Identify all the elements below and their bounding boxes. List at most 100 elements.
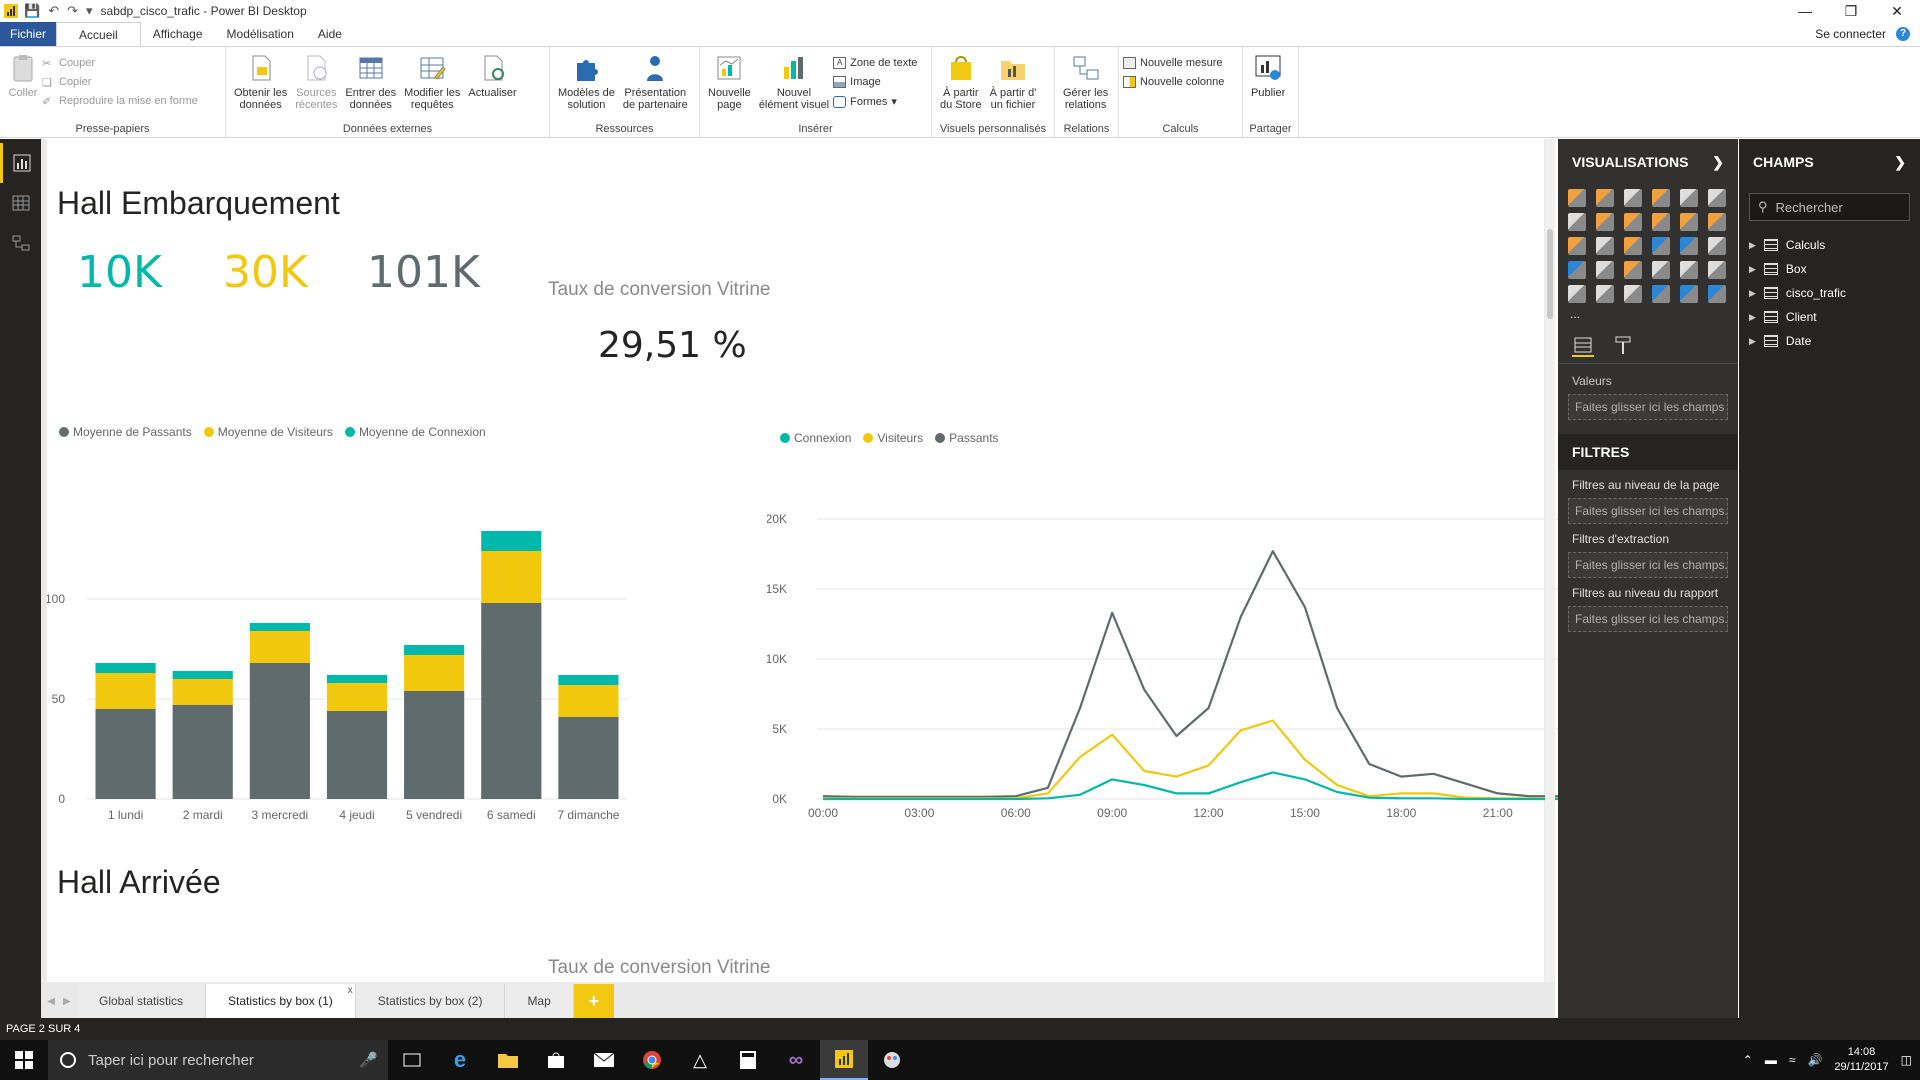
visual-type-icon[interactable]: [1568, 261, 1586, 279]
show-hidden-icons[interactable]: ⌃: [1743, 1053, 1753, 1067]
fields-tab-icon[interactable]: [1572, 335, 1594, 357]
format-painter-button[interactable]: ✐ Reproduire la mise en forme: [42, 95, 198, 108]
task-view-icon[interactable]: [388, 1040, 436, 1080]
visual-type-icon[interactable]: [1596, 261, 1614, 279]
refresh-button[interactable]: Actualiser: [464, 51, 520, 99]
visual-type-icon[interactable]: [1708, 213, 1726, 231]
publish-button[interactable]: Publier: [1247, 51, 1289, 99]
partner-showcase-button[interactable]: Présentation de partenaire: [619, 51, 692, 111]
file-explorer-icon[interactable]: [484, 1040, 532, 1080]
expand-icon[interactable]: ▶: [1749, 312, 1756, 323]
visual-type-icon[interactable]: [1680, 261, 1698, 279]
page-tab-statistics-box-2[interactable]: Statistics by box (2): [355, 984, 506, 1018]
store-icon[interactable]: [532, 1040, 580, 1080]
undo-icon[interactable]: ↶: [48, 3, 59, 19]
windows-start-icon[interactable]: [0, 1040, 48, 1080]
visual-type-icon[interactable]: [1680, 285, 1698, 303]
tab-view[interactable]: Affichage: [141, 22, 215, 46]
volume-icon[interactable]: 🔊: [1807, 1053, 1822, 1067]
unity-icon[interactable]: △: [676, 1040, 724, 1080]
calculator-icon[interactable]: [724, 1040, 772, 1080]
visual-studio-icon[interactable]: ∞: [772, 1040, 820, 1080]
close-page-icon[interactable]: x: [348, 985, 353, 996]
visual-type-icon[interactable]: [1624, 261, 1642, 279]
expand-icon[interactable]: ▶: [1749, 264, 1756, 275]
drillthrough-filters-drop-zone[interactable]: Faites glisser ici les champs...: [1568, 552, 1728, 578]
visual-type-icon[interactable]: [1708, 189, 1726, 207]
solution-templates-button[interactable]: Modèles de solution: [554, 51, 619, 111]
taskbar-search-input[interactable]: Taper ici pour rechercher 🎤: [48, 1040, 388, 1080]
visual-type-icon[interactable]: [1624, 285, 1642, 303]
visual-type-icon[interactable]: [1568, 237, 1586, 255]
values-drop-zone[interactable]: Faites glisser ici les champs ...: [1568, 394, 1728, 420]
visual-type-icon[interactable]: [1680, 189, 1698, 207]
visual-type-icon[interactable]: [1652, 285, 1670, 303]
sign-in-link[interactable]: Se connecter: [1815, 27, 1886, 41]
mail-icon[interactable]: [580, 1040, 628, 1080]
recent-sources-button[interactable]: Sources récentes: [291, 51, 341, 111]
visual-type-icon[interactable]: [1652, 189, 1670, 207]
new-page-button[interactable]: Nouvelle page: [704, 51, 755, 111]
help-icon[interactable]: ?: [1896, 27, 1910, 41]
legend-item-connexion[interactable]: Moyenne de Connexion: [344, 425, 486, 439]
visual-type-icon[interactable]: [1568, 189, 1586, 207]
fields-search-input[interactable]: ⚲ Rechercher: [1749, 193, 1910, 221]
visual-type-icon[interactable]: [1680, 237, 1698, 255]
tab-help[interactable]: Aide: [306, 22, 354, 46]
add-page-button[interactable]: +: [573, 984, 614, 1018]
expand-icon[interactable]: ▶: [1749, 336, 1756, 347]
visual-type-icon[interactable]: [1596, 285, 1614, 303]
notifications-icon[interactable]: ◫: [1901, 1053, 1912, 1067]
wifi-icon[interactable]: ≈: [1789, 1053, 1796, 1067]
new-column-button[interactable]: Nouvelle colonne: [1123, 76, 1224, 88]
page-tab-global-statistics[interactable]: Global statistics: [77, 984, 207, 1018]
visual-type-icon[interactable]: [1708, 285, 1726, 303]
get-data-button[interactable]: Obtenir les données: [230, 51, 291, 111]
visual-type-icon[interactable]: [1596, 237, 1614, 255]
visual-type-icon[interactable]: [1568, 285, 1586, 303]
kpi-visiteurs-card[interactable]: 30K: [223, 247, 308, 298]
field-table-client[interactable]: ▶ Client: [1739, 305, 1920, 329]
edge-browser-icon[interactable]: e: [436, 1040, 484, 1080]
chrome-icon[interactable]: [628, 1040, 676, 1080]
manage-relations-button[interactable]: Gérer les relations: [1059, 51, 1112, 111]
expand-icon[interactable]: ▶: [1749, 240, 1756, 251]
visual-type-icon[interactable]: [1708, 261, 1726, 279]
close-icon[interactable]: ✕: [1874, 0, 1920, 22]
field-table-calculs[interactable]: ▶ Calculs: [1739, 233, 1920, 257]
report-filters-drop-zone[interactable]: Faites glisser ici les champs...: [1568, 606, 1728, 632]
restore-icon[interactable]: ❐: [1828, 0, 1874, 22]
relationship-view-icon[interactable]: [0, 223, 41, 263]
paint-app-icon[interactable]: [868, 1040, 916, 1080]
kpi-passants-card[interactable]: 101K: [367, 247, 480, 298]
field-table-date[interactable]: ▶ Date: [1739, 329, 1920, 353]
tab-modeling[interactable]: Modélisation: [215, 22, 306, 46]
collapse-fields-icon[interactable]: ❯: [1894, 154, 1906, 171]
from-store-button[interactable]: À partir du Store: [936, 51, 986, 111]
visual-type-icon[interactable]: [1652, 213, 1670, 231]
visual-type-icon[interactable]: [1624, 189, 1642, 207]
more-visuals-icon[interactable]: ...: [1558, 307, 1738, 321]
bar-chart-weekday[interactable]: 0 50 100 1 lundi 2 mardi 3 mercredi 4 jeudi 5 v…: [47, 439, 767, 899]
paste-button[interactable]: Coller: [4, 51, 42, 99]
visual-type-icon[interactable]: [1680, 213, 1698, 231]
report-view-icon[interactable]: [0, 143, 41, 183]
visual-type-icon[interactable]: [1568, 213, 1586, 231]
expand-icon[interactable]: ▶: [1749, 288, 1756, 299]
next-page-icon[interactable]: ▶: [63, 996, 71, 1007]
tab-file[interactable]: Fichier: [0, 22, 57, 46]
field-table-cisco-trafic[interactable]: ▶ cisco_trafic: [1739, 281, 1920, 305]
save-icon[interactable]: 💾: [24, 3, 40, 19]
shapes-button[interactable]: Formes ▾: [833, 95, 917, 108]
visual-type-icon[interactable]: [1596, 213, 1614, 231]
copy-button[interactable]: ❏ Copier: [42, 76, 198, 89]
page-nav-arrows[interactable]: ◀ ▶: [41, 984, 77, 1018]
line-chart-hourly[interactable]: 0K 5K 10K 15K 20K 00:00 03:00 06:00 09:00 12:00 15…: [767, 439, 1587, 899]
customize-toolbar-icon[interactable]: ▾: [86, 3, 93, 19]
legend-item-passants[interactable]: Moyenne de Passants: [59, 425, 192, 439]
tab-home[interactable]: Accueil: [56, 22, 141, 46]
new-visual-button[interactable]: Nouvel élément visuel: [755, 51, 833, 111]
prev-page-icon[interactable]: ◀: [47, 996, 55, 1007]
visual-type-icon[interactable]: [1596, 189, 1614, 207]
new-measure-button[interactable]: Nouvelle mesure: [1123, 57, 1224, 69]
